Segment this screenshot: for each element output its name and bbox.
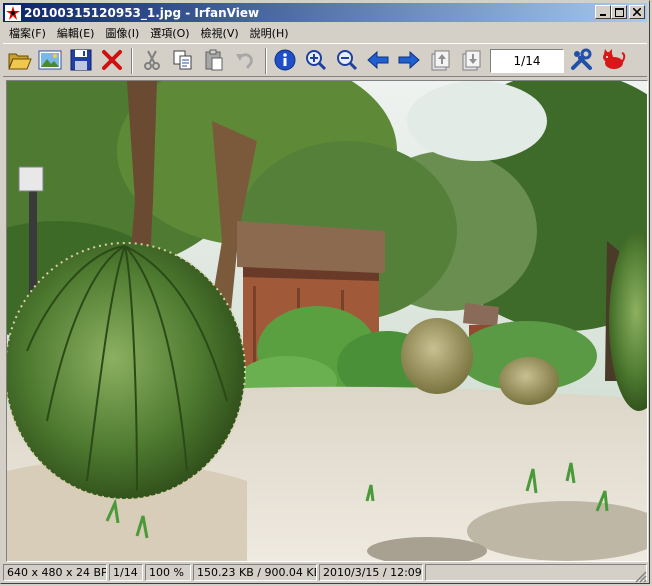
info-button[interactable] (271, 47, 299, 75)
previous-arrow-icon (366, 50, 390, 73)
status-zoom: 100 % (145, 564, 191, 581)
menu-edit[interactable]: 編輯(E) (51, 25, 100, 41)
paste-button[interactable] (200, 47, 228, 75)
page-up-icon (429, 49, 451, 74)
maximize-button[interactable] (611, 5, 627, 19)
paste-icon (203, 49, 225, 74)
irfanview-app-icon[interactable] (5, 4, 21, 21)
save-button[interactable] (67, 47, 95, 75)
status-filesize: 150.23 KB / 900.04 KB (193, 564, 317, 581)
photo (7, 81, 647, 561)
menu-bar: 檔案(F) 編輯(E) 圖像(I) 選項(O) 檢視(V) 說明(H) (3, 23, 647, 42)
page-down-button[interactable] (457, 47, 485, 75)
next-button[interactable] (395, 47, 423, 75)
window-title: 20100315120953_1.jpg - IrfanView (24, 5, 260, 20)
next-arrow-icon (397, 50, 421, 73)
cut-button[interactable] (138, 47, 166, 75)
info-icon (274, 49, 296, 74)
zoom-in-button[interactable] (302, 47, 330, 75)
status-bar: 640 x 480 x 24 BPP 1/14 100 % 150.23 KB … (3, 564, 647, 583)
status-empty (425, 564, 647, 581)
save-icon (70, 49, 92, 74)
status-dimensions: 640 x 480 x 24 BPP (3, 564, 107, 581)
copy-button[interactable] (169, 47, 197, 75)
image-viewer[interactable] (6, 80, 648, 562)
title-bar[interactable]: 20100315120953_1.jpg - IrfanView (3, 3, 647, 22)
menu-view[interactable]: 檢視(V) (195, 25, 244, 41)
open-button[interactable] (6, 47, 34, 75)
resize-grip-icon[interactable] (633, 569, 647, 583)
zoom-out-button[interactable] (333, 47, 361, 75)
previous-button[interactable] (364, 47, 392, 75)
page-indicator[interactable]: 1/14 (490, 49, 564, 73)
status-page: 1/14 (109, 564, 143, 581)
zoom-in-icon (305, 49, 327, 74)
copy-icon (172, 49, 194, 74)
minimize-button[interactable] (595, 5, 611, 19)
status-datetime: 2010/3/15 / 12:09:52 (319, 564, 423, 581)
delete-button[interactable] (98, 47, 126, 75)
menu-options[interactable]: 選項(O) (144, 25, 194, 41)
undo-icon (234, 49, 256, 74)
irfanview-window: 20100315120953_1.jpg - IrfanView 檔案(F) 編… (0, 0, 650, 584)
open-folder-icon (8, 49, 32, 74)
settings-button[interactable] (568, 47, 596, 75)
cut-icon (141, 49, 163, 74)
page-up-button[interactable] (426, 47, 454, 75)
irfanview-cat-icon (600, 48, 626, 75)
thumbnails-icon (38, 49, 62, 74)
delete-icon (101, 49, 123, 74)
thumbnails-button[interactable] (36, 47, 64, 75)
toolbar: 1/14 (3, 43, 647, 77)
page-down-icon (460, 49, 482, 74)
undo-button[interactable] (231, 47, 259, 75)
toolbar-separator (131, 48, 133, 74)
close-button[interactable] (629, 5, 645, 19)
menu-file[interactable]: 檔案(F) (3, 25, 51, 41)
about-button[interactable] (599, 47, 627, 75)
settings-icon (570, 48, 594, 75)
zoom-out-icon (336, 49, 358, 74)
menu-help[interactable]: 說明(H) (244, 25, 294, 41)
menu-image[interactable]: 圖像(I) (99, 25, 144, 41)
toolbar-separator (265, 48, 267, 74)
